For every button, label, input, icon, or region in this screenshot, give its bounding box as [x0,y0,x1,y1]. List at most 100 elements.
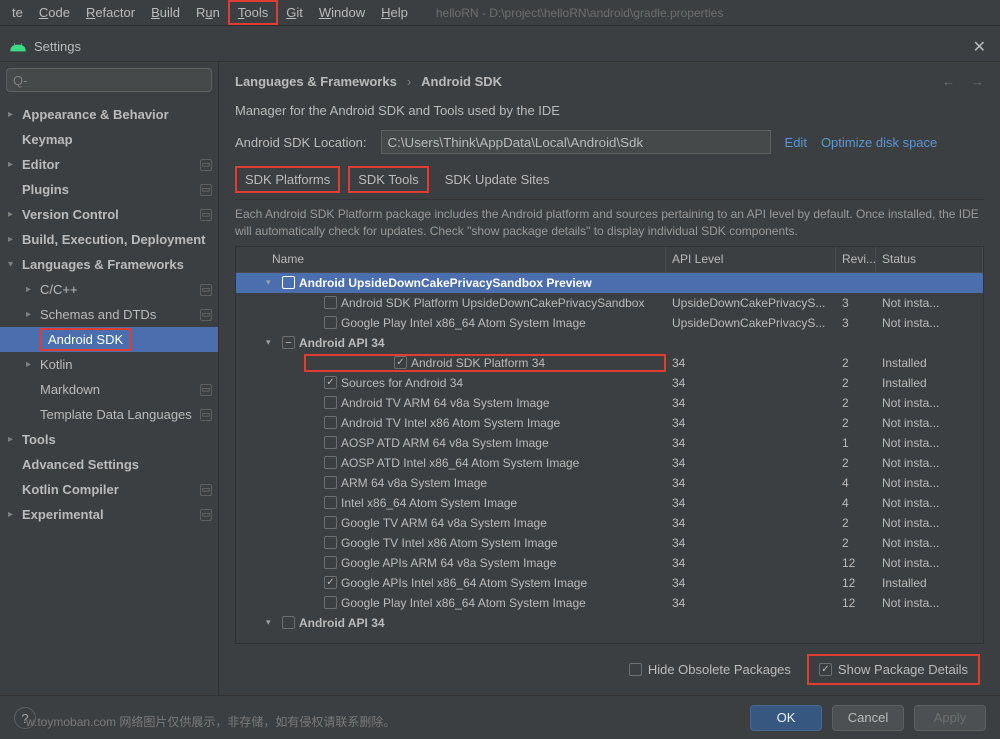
table-row[interactable]: Google TV Intel x86 Atom System Image342… [236,533,983,553]
row-name: Google APIs ARM 64 v8a System Image [341,556,556,570]
tab-sdk-update-sites[interactable]: SDK Update Sites [437,168,558,191]
checkbox-icon[interactable] [282,336,295,349]
chevron-icon: ▸ [8,159,22,170]
tab-sdk-platforms[interactable]: SDK Platforms [235,166,340,193]
menu-refactor[interactable]: Refactor [78,2,143,23]
checkbox-icon[interactable] [324,596,337,609]
row-api: 34 [666,356,836,370]
expand-icon[interactable]: ▾ [266,617,278,628]
menu-build[interactable]: Build [143,2,188,23]
col-name[interactable]: Name [236,247,666,272]
table-row[interactable]: Android TV Intel x86 Atom System Image34… [236,413,983,433]
checkbox-icon[interactable] [324,376,337,389]
settings-titlebar: Settings ✕ [0,32,1000,62]
checkbox-icon[interactable] [324,576,337,589]
chevron-right-icon: › [407,74,411,89]
search-input[interactable]: Q- [6,68,212,92]
checkbox-icon[interactable] [324,396,337,409]
menu-help[interactable]: Help [373,2,416,23]
checkbox-icon[interactable] [282,616,295,629]
sidebar-item-appearance-behavior[interactable]: ▸Appearance & Behavior [0,102,218,127]
checkbox-icon[interactable] [324,456,337,469]
row-name: ARM 64 v8a System Image [341,476,487,490]
tab-sdk-tools[interactable]: SDK Tools [348,166,428,193]
checkbox-icon[interactable] [324,556,337,569]
table-row[interactable]: ▾Android API 34 [236,613,983,633]
table-row[interactable]: ▾Android API 34 [236,333,983,353]
sidebar-item-version-control[interactable]: ▸Version Control▭ [0,202,218,227]
chevron-icon: ▸ [8,509,22,520]
checkbox-icon[interactable] [324,296,337,309]
row-name: Google TV Intel x86 Atom System Image [341,536,558,550]
expand-icon[interactable]: ▾ [266,277,278,288]
table-row[interactable]: Google Play Intel x86_64 Atom System Ima… [236,313,983,333]
edit-link[interactable]: Edit [785,135,807,150]
table-row[interactable]: AOSP ATD Intel x86_64 Atom System Image3… [236,453,983,473]
checkbox-icon[interactable] [324,476,337,489]
ok-button[interactable]: OK [750,705,822,731]
sidebar-item-template-data-languages[interactable]: Template Data Languages▭ [0,402,218,427]
sidebar-item-kotlin[interactable]: ▸Kotlin [0,352,218,377]
sidebar-item-tools[interactable]: ▸Tools [0,427,218,452]
row-name: Android UpsideDownCakePrivacySandbox Pre… [299,276,592,290]
checkbox-icon[interactable] [324,536,337,549]
menu-te[interactable]: te [4,2,31,23]
table-row[interactable]: ARM 64 v8a System Image344Not insta... [236,473,983,493]
checkbox-icon[interactable] [394,356,407,369]
sidebar-item-label: C/C++ [40,282,200,297]
show-details-checkbox[interactable]: Show Package Details [807,654,980,685]
table-row[interactable]: Android SDK Platform 34342Installed [236,353,983,373]
sidebar-item-c-c-[interactable]: ▸C/C++▭ [0,277,218,302]
table-row[interactable]: AOSP ATD ARM 64 v8a System Image341Not i… [236,433,983,453]
row-name: Android TV Intel x86 Atom System Image [341,416,560,430]
table-row[interactable]: Sources for Android 34342Installed [236,373,983,393]
sidebar-item-editor[interactable]: ▸Editor▭ [0,152,218,177]
checkbox-icon[interactable] [324,316,337,329]
table-row[interactable]: Intel x86_64 Atom System Image344Not ins… [236,493,983,513]
breadcrumb-item[interactable]: Languages & Frameworks [235,74,397,89]
table-row[interactable]: Google APIs Intel x86_64 Atom System Ima… [236,573,983,593]
table-row[interactable]: Android SDK Platform UpsideDownCakePriva… [236,293,983,313]
table-row[interactable]: Android TV ARM 64 v8a System Image342Not… [236,393,983,413]
expand-icon[interactable]: ▾ [266,337,278,348]
checkbox-icon[interactable] [324,496,337,509]
apply-button[interactable]: Apply [914,705,986,731]
col-status[interactable]: Status [876,247,983,272]
menu-run[interactable]: Run [188,2,228,23]
checkbox-icon[interactable] [282,276,295,289]
breadcrumb-item: Android SDK [421,74,502,89]
sidebar-item-android-sdk[interactable]: Android SDK [0,327,218,352]
row-status: Not insta... [876,596,983,610]
row-status: Not insta... [876,416,983,430]
menu-tools[interactable]: Tools [228,0,278,25]
table-row[interactable]: Google APIs ARM 64 v8a System Image3412N… [236,553,983,573]
sidebar-item-markdown[interactable]: Markdown▭ [0,377,218,402]
table-row[interactable]: ▾ Android UpsideDownCakePrivacySandbox Pr… [236,273,983,293]
scope-badge-icon: ▭ [200,284,212,296]
table-row[interactable]: Google Play Intel x86_64 Atom System Ima… [236,593,983,613]
col-rev[interactable]: Revi... [836,247,876,272]
optimize-link[interactable]: Optimize disk space [821,135,937,150]
checkbox-icon[interactable] [324,516,337,529]
sidebar-item-experimental[interactable]: ▸Experimental▭ [0,502,218,527]
sidebar-item-build-execution-deployment[interactable]: ▸Build, Execution, Deployment [0,227,218,252]
sidebar-item-plugins[interactable]: Plugins▭ [0,177,218,202]
col-api[interactable]: API Level [666,247,836,272]
cancel-button[interactable]: Cancel [832,705,904,731]
sidebar-item-languages-frameworks[interactable]: ▾Languages & Frameworks [0,252,218,277]
sidebar-item-kotlin-compiler[interactable]: Kotlin Compiler▭ [0,477,218,502]
checkbox-icon[interactable] [324,416,337,429]
table-row[interactable]: Google TV ARM 64 v8a System Image342Not … [236,513,983,533]
menu-code[interactable]: Code [31,2,78,23]
sidebar-item-advanced-settings[interactable]: Advanced Settings [0,452,218,477]
sidebar-item-keymap[interactable]: Keymap [0,127,218,152]
menu-git[interactable]: Git [278,2,311,23]
forward-arrow-icon[interactable]: → [971,74,984,89]
sidebar-item-schemas-and-dtds[interactable]: ▸Schemas and DTDs▭ [0,302,218,327]
back-arrow-icon[interactable]: ← [942,74,955,89]
menu-window[interactable]: Window [311,2,373,23]
sdk-location-input[interactable] [381,130,771,154]
checkbox-icon[interactable] [324,436,337,449]
close-icon[interactable]: ✕ [969,37,990,57]
hide-obsolete-checkbox[interactable]: Hide Obsolete Packages [629,662,791,677]
